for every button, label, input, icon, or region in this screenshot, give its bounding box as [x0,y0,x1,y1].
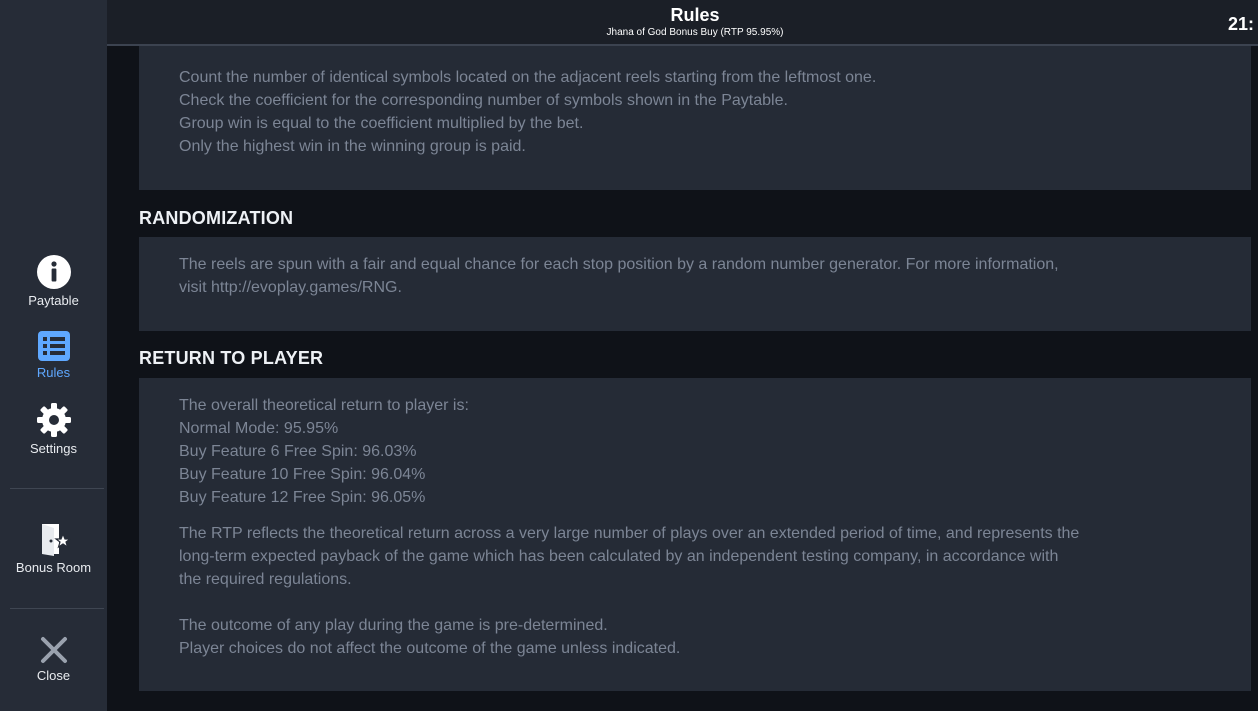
rule-text: Buy Feature 10 Free Spin: 96.04% [179,466,426,483]
rule-text: Only the highest win in the winning grou… [179,138,526,155]
rtp-panel: The overall theoretical return to player… [139,378,1251,691]
rule-text: Buy Feature 6 Free Spin: 96.03% [179,443,417,460]
sidebar-item-label: Close [36,668,71,683]
door-star-icon [41,524,71,556]
rule-text: long-term expected payback of the game w… [179,548,1059,565]
page-title: Rules [670,5,720,25]
header: Rules Jhana of God Bonus Buy (RTP 95.95%… [107,0,1258,46]
sidebar-item-label: Settings [30,441,77,456]
rule-text: Player choices do not affect the outcome… [179,640,681,657]
sidebar-item-label: Paytable [28,293,79,308]
section-title-randomization: RANDOMIZATION [139,208,294,228]
info-icon [36,255,71,289]
rule-text: Group win is equal to the coefficient mu… [179,115,584,132]
rule-text: the required regulations. [179,571,352,588]
sidebar-item-rules[interactable]: Rules [0,331,107,380]
rules-content[interactable]: Count the number of identical symbols lo… [107,46,1258,711]
sidebar-item-paytable[interactable]: Paytable [0,255,107,308]
rule-text: The RTP reflects the theoretical return … [179,525,1080,542]
close-icon [40,637,67,663]
sidebar-item-bonus-room[interactable]: Bonus Room [0,522,107,575]
rule-text: The outcome of any play during the game … [179,617,608,634]
rule-text: Count the number of identical symbols lo… [179,69,877,86]
gear-icon [36,403,71,437]
group-win-panel: Count the number of identical symbols lo… [139,46,1251,190]
page-subtitle: Jhana of God Bonus Buy (RTP 95.95%) [606,27,784,38]
rule-text: The overall theoretical return to player… [179,397,469,414]
sidebar-item-settings[interactable]: Settings [0,403,107,456]
rule-text: visit http://evoplay.games/RNG. [179,279,402,296]
randomization-panel: The reels are spun with a fair and equal… [139,237,1251,331]
rule-text: Check the coefficient for the correspond… [179,92,788,109]
section-title-rtp: RETURN TO PLAYER [139,348,324,368]
sidebar-item-label: Bonus Room [15,560,92,575]
sidebar: Paytable Rules Settings Bonus Room Close [0,0,107,711]
sidebar-divider [10,488,104,489]
close-button[interactable]: Close [0,636,107,683]
sidebar-divider [10,608,104,609]
rule-text: Buy Feature 12 Free Spin: 96.05% [179,489,426,506]
rule-text: Normal Mode: 95.95% [179,420,339,437]
list-icon [37,331,70,361]
rule-text: The reels are spun with a fair and equal… [179,256,1059,273]
sidebar-item-label: Rules [36,365,71,380]
clock: 21: [1228,14,1255,34]
